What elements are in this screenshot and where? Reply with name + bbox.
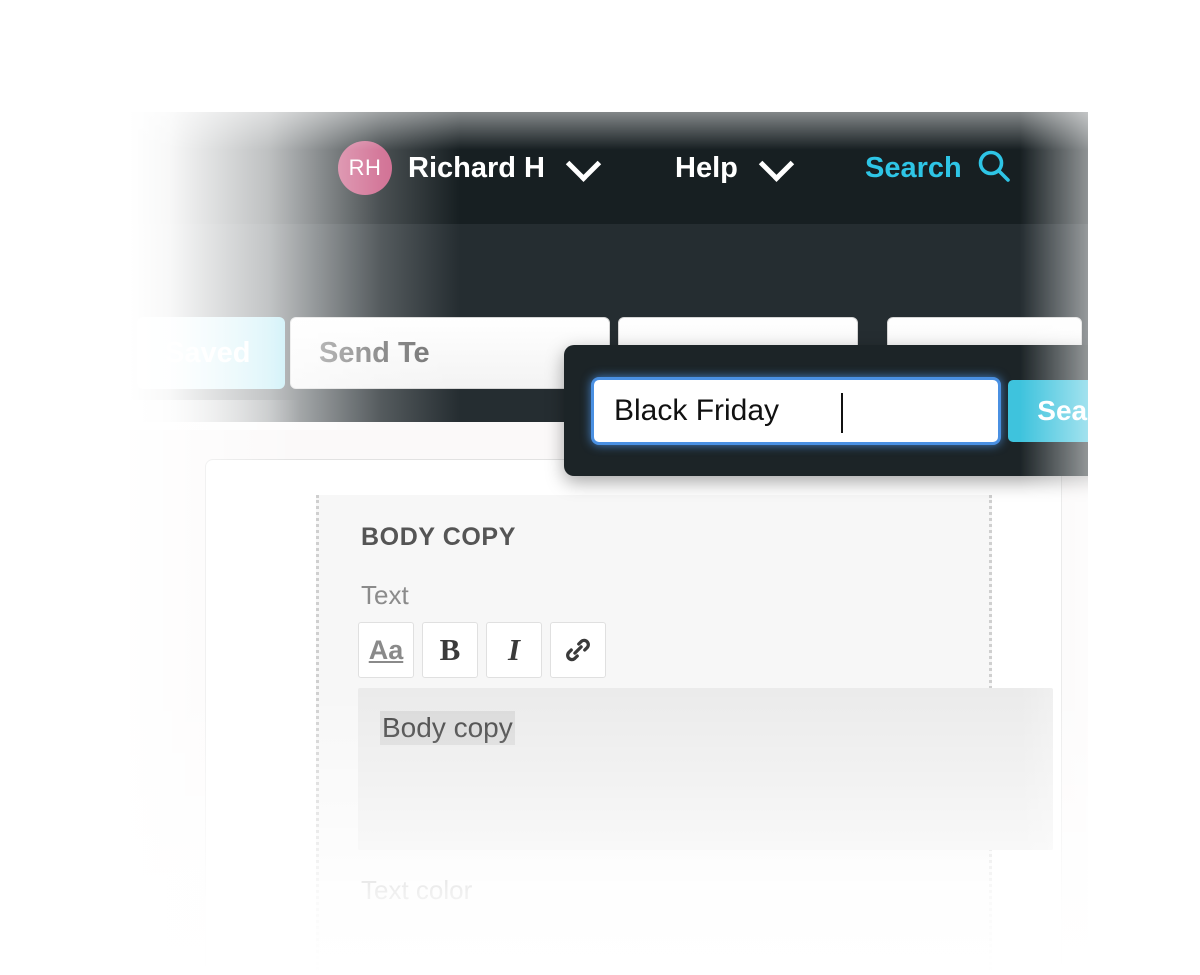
font-style-icon[interactable]: Aa: [358, 622, 414, 678]
body-copy-textarea[interactable]: Body copy: [358, 688, 1053, 850]
italic-icon[interactable]: I: [486, 622, 542, 678]
send-test-button[interactable]: Send Te: [290, 317, 610, 389]
body-copy-text: Body copy: [380, 711, 515, 745]
bold-label: B: [439, 632, 461, 667]
editor-content-card: BODY COPY Text Aa B I Body copy Text col…: [205, 459, 1062, 971]
search-link-label: Search: [865, 151, 962, 184]
help-menu[interactable]: Help: [675, 144, 795, 192]
search-input-wrapper[interactable]: [594, 380, 998, 442]
search-input[interactable]: [596, 382, 944, 440]
text-cursor: [841, 393, 843, 433]
italic-label: I: [507, 632, 521, 667]
app-window: RH Richard H Help Search Saved Send Te B…: [130, 112, 1088, 972]
link-icon[interactable]: [550, 622, 606, 678]
chevron-down-icon: [565, 146, 602, 182]
search-toggle[interactable]: Search: [865, 144, 1012, 192]
help-label: Help: [675, 151, 738, 184]
rich-text-format-toolbar: Aa B I: [358, 622, 606, 678]
bold-icon[interactable]: B: [422, 622, 478, 678]
avatar: RH: [338, 141, 392, 195]
top-header-bar: RH Richard H Help Search Saved Send Te B…: [130, 112, 1088, 476]
text-field-label: Text: [361, 580, 409, 610]
saved-button[interactable]: Saved: [137, 317, 285, 389]
saved-button-label: Saved: [165, 336, 251, 369]
send-test-button-label: Send Te: [319, 336, 430, 369]
user-name-label: Richard H: [408, 151, 545, 184]
user-menu[interactable]: RH Richard H: [338, 141, 602, 195]
search-submit-button[interactable]: Search: [1008, 380, 1088, 442]
avatar-initials: RH: [348, 155, 382, 180]
chevron-down-icon: [758, 146, 795, 182]
search-dropdown-panel: Search: [564, 345, 1088, 476]
block-heading: BODY COPY: [361, 523, 516, 551]
search-icon: [976, 148, 1012, 189]
text-color-label: Text color: [361, 875, 473, 905]
font-style-label: Aa: [368, 634, 404, 665]
screenshot-stage: RH Richard H Help Search Saved Send Te B…: [0, 0, 1200, 975]
header-top-row: RH Richard H Help Search: [130, 112, 1088, 224]
